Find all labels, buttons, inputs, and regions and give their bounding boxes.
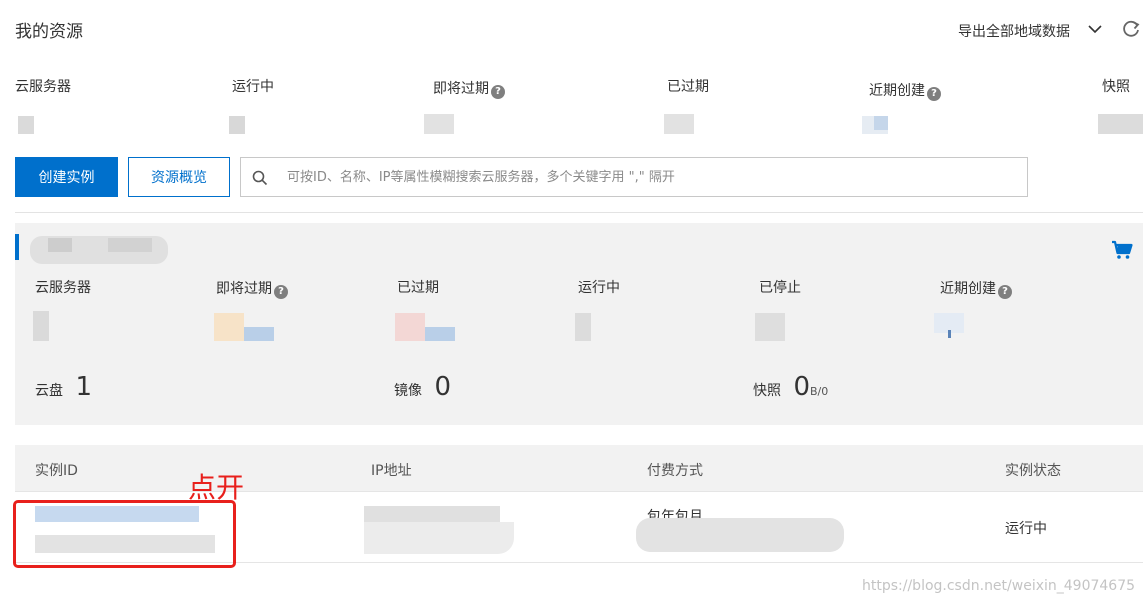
blurred-value	[424, 114, 454, 134]
blurred-value	[575, 313, 591, 341]
disk-label: 云盘	[35, 383, 63, 399]
blurred-value	[395, 313, 425, 341]
column-header-status: 实例状态	[1005, 463, 1061, 479]
image-stat: 镜像 0	[394, 372, 451, 402]
blurred-value	[33, 311, 49, 341]
divider	[15, 491, 1143, 492]
blurred-region-name	[48, 238, 72, 252]
image-label: 镜像	[394, 383, 422, 399]
region-servers-label: 云服务器	[35, 280, 91, 296]
summary-servers-label: 云服务器	[15, 79, 71, 95]
column-header-ip: IP地址	[371, 463, 412, 479]
blurred-value	[244, 327, 274, 341]
export-all-regions-link[interactable]: 导出全部地域数据	[958, 21, 1070, 41]
chevron-down-icon[interactable]	[1087, 21, 1103, 37]
blurred-value	[229, 116, 245, 134]
image-count[interactable]: 0	[434, 372, 451, 402]
help-icon[interactable]: ?	[491, 85, 505, 99]
region-stopped-label: 已停止	[759, 280, 801, 296]
watermark: https://blog.csdn.net/weixin_49074675	[862, 578, 1136, 594]
blurred-value	[874, 116, 888, 130]
blurred-value	[214, 313, 244, 341]
snapshot-label: 快照	[753, 383, 781, 399]
summary-snapshot-label: 快照	[1102, 79, 1130, 95]
instance-status: 运行中	[1005, 521, 1047, 537]
create-instance-button[interactable]: 创建实例	[15, 157, 118, 197]
search-input[interactable]	[287, 158, 1022, 196]
blurred-value	[755, 313, 785, 341]
divider	[15, 212, 1143, 213]
blurred-value	[664, 114, 694, 134]
summary-running-label: 运行中	[232, 79, 274, 95]
disk-stat: 云盘 1	[35, 372, 92, 402]
cart-icon[interactable]	[1111, 240, 1133, 260]
snapshot-stat: 快照 0B/0	[753, 372, 828, 402]
help-icon[interactable]: ?	[927, 87, 941, 101]
snapshot-count[interactable]: 0	[793, 372, 810, 402]
help-icon[interactable]: ?	[274, 285, 288, 299]
summary-recent-label: 近期创建?	[869, 80, 941, 101]
disk-count[interactable]: 1	[75, 372, 92, 402]
search-icon	[252, 170, 268, 186]
summary-expiring-label: 即将过期?	[433, 78, 505, 99]
help-icon[interactable]: ?	[998, 285, 1012, 299]
blurred-billing	[636, 518, 844, 552]
region-accent-bar	[15, 234, 19, 260]
search-box	[240, 157, 1028, 197]
blurred-value	[948, 330, 951, 338]
table-header	[15, 445, 1143, 491]
blurred-value	[425, 327, 455, 341]
region-recent-label: 近期创建?	[940, 278, 1012, 299]
region-expired-label: 已过期	[397, 280, 439, 296]
column-header-instance-id: 实例ID	[35, 463, 78, 479]
annotation-box	[13, 500, 236, 568]
refresh-icon[interactable]	[1121, 19, 1141, 39]
summary-expired-label: 已过期	[667, 79, 709, 95]
snapshot-suffix: B/0	[810, 385, 829, 398]
column-header-billing: 付费方式	[647, 463, 703, 479]
blurred-ip	[364, 522, 514, 554]
region-expiring-label: 即将过期?	[216, 278, 288, 299]
region-running-label: 运行中	[578, 280, 620, 296]
blurred-value	[18, 116, 34, 134]
resource-overview-button[interactable]: 资源概览	[128, 157, 230, 197]
blurred-ip	[364, 506, 500, 522]
page-title: 我的资源	[15, 22, 83, 42]
blurred-value	[1098, 114, 1143, 134]
blurred-region-name	[108, 238, 152, 252]
